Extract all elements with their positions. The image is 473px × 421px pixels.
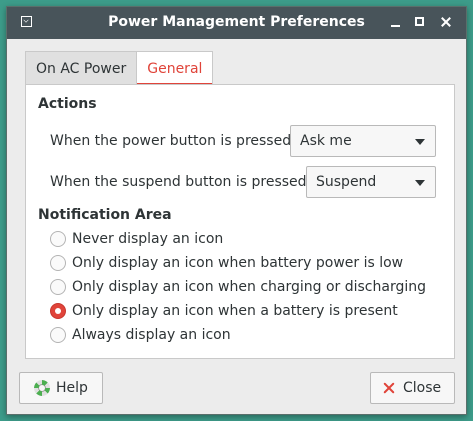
minimize-icon[interactable] xyxy=(388,14,404,30)
radio-label: Only display an icon when a battery is p… xyxy=(72,303,398,319)
radio-label: Always display an icon xyxy=(72,327,231,343)
tab-bar: On AC Power General xyxy=(25,51,214,85)
radio-label: Only display an icon when battery power … xyxy=(72,255,404,271)
close-icon xyxy=(381,380,397,396)
radio-label: Never display an icon xyxy=(72,231,224,247)
radio-button[interactable] xyxy=(50,231,66,247)
help-button-label: Help xyxy=(56,380,88,396)
help-button[interactable]: Help xyxy=(19,372,103,404)
radio-button-checked[interactable] xyxy=(50,303,66,319)
radio-never-display[interactable]: Never display an icon xyxy=(50,231,223,247)
radio-label: Only display an icon when charging or di… xyxy=(72,279,426,295)
suspend-button-value: Suspend xyxy=(316,174,377,190)
close-button-label: Close xyxy=(403,380,442,396)
radio-button[interactable] xyxy=(50,279,66,295)
general-panel: Actions When the power button is pressed… xyxy=(25,84,455,359)
preferences-window: Power Management Preferences On AC Power… xyxy=(6,6,467,415)
radio-charging-discharging[interactable]: Only display an icon when charging or di… xyxy=(50,279,426,295)
chevron-down-icon xyxy=(415,139,425,145)
notebook: On AC Power General Actions When the pow… xyxy=(25,51,457,360)
titlebar[interactable]: Power Management Preferences xyxy=(7,7,466,39)
radio-always-display[interactable]: Always display an icon xyxy=(50,327,231,343)
power-button-label: When the power button is pressed: xyxy=(50,133,296,149)
radio-button[interactable] xyxy=(50,255,66,271)
notification-area-heading: Notification Area xyxy=(38,207,172,223)
suspend-button-combo[interactable]: Suspend xyxy=(306,166,436,198)
tab-general[interactable]: General xyxy=(136,51,214,85)
close-button[interactable]: Close xyxy=(370,372,455,404)
power-button-combo[interactable]: Ask me xyxy=(290,125,436,157)
radio-battery-low[interactable]: Only display an icon when battery power … xyxy=(50,255,403,271)
suspend-button-label: When the suspend button is pressed: xyxy=(50,174,312,190)
maximize-icon[interactable] xyxy=(412,14,428,30)
radio-button[interactable] xyxy=(50,327,66,343)
radio-battery-present[interactable]: Only display an icon when a battery is p… xyxy=(50,303,398,319)
help-icon xyxy=(34,380,50,396)
actions-heading: Actions xyxy=(38,96,97,112)
window-close-icon[interactable] xyxy=(438,14,454,30)
tab-on-ac-power[interactable]: On AC Power xyxy=(25,51,138,85)
power-button-value: Ask me xyxy=(300,133,352,149)
chevron-down-icon xyxy=(415,180,425,186)
